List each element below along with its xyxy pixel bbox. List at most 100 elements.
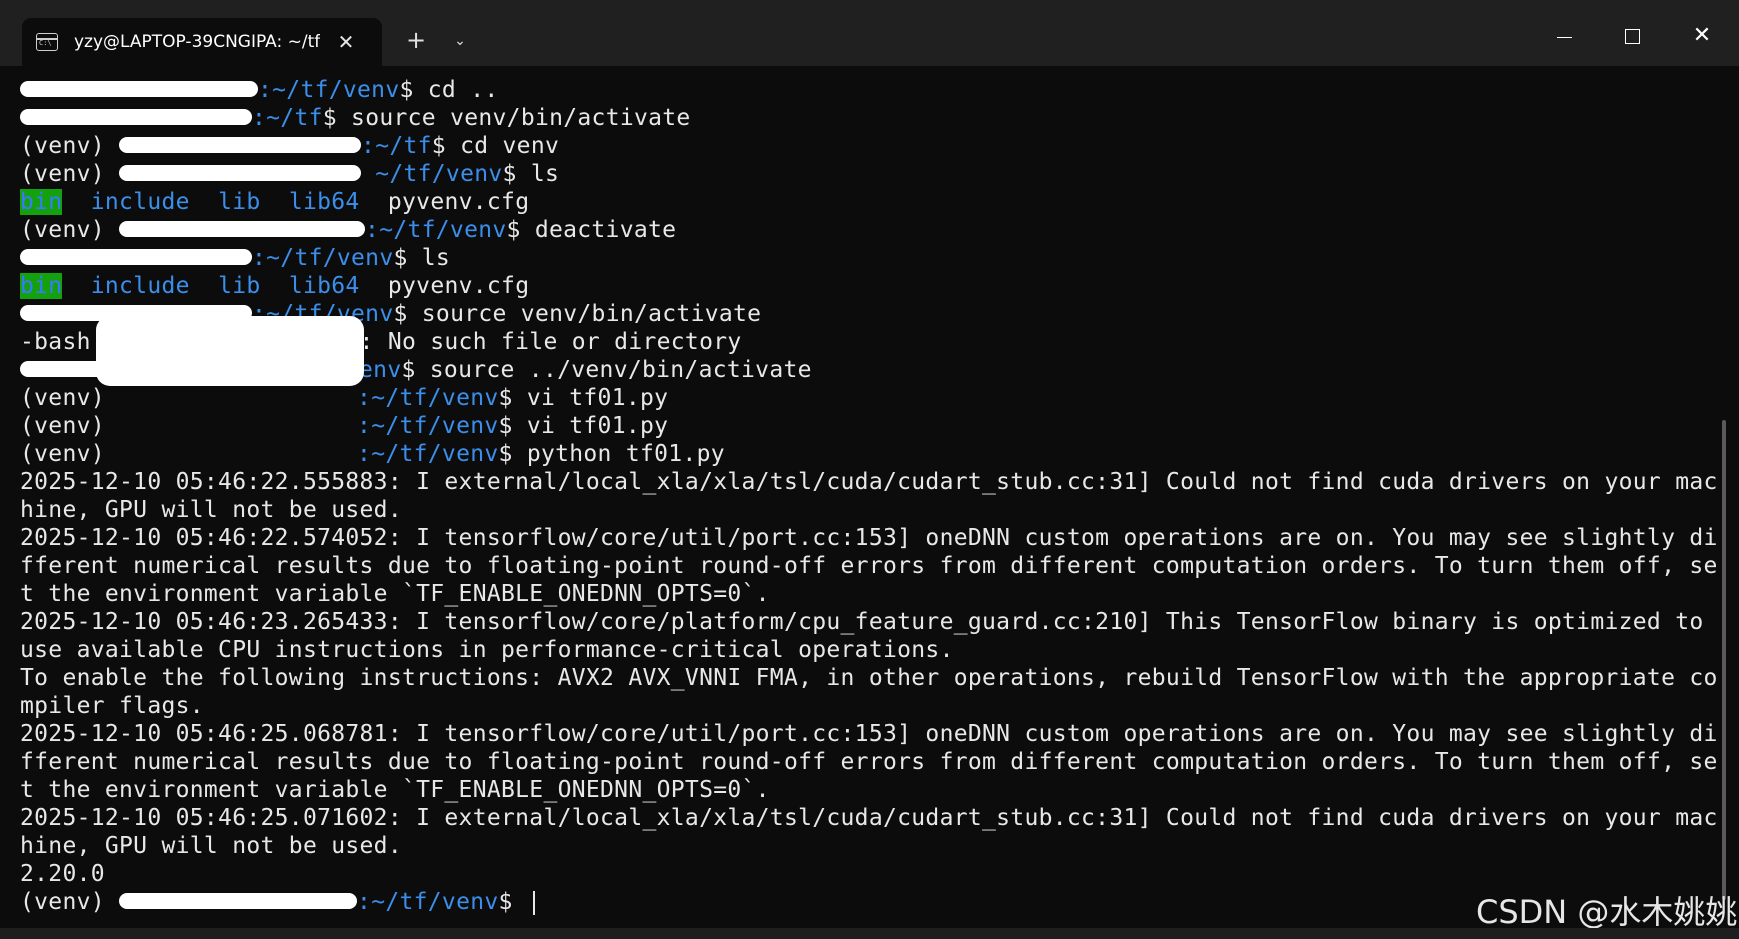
terminal-line: hine, GPU will not be used. [20, 832, 1710, 860]
terminal-line: t the environment variable `TF_ENABLE_ON… [20, 580, 1710, 608]
venv-indicator: (venv) [20, 133, 120, 159]
scrollbar[interactable] [1722, 420, 1726, 900]
command-text: vi tf01.py [526, 385, 669, 411]
command-text: source ../venv/bin/activate [429, 357, 812, 383]
prompt-symbol: $ [498, 889, 527, 915]
prompt-symbol: $ [431, 133, 461, 159]
redacted-hostname [119, 445, 357, 461]
command-text: source venv/bin/activate [421, 301, 762, 327]
prompt-path: ~/tf [375, 133, 432, 159]
command-text: source venv/bin/activate [351, 105, 691, 131]
prompt-symbol: $ [399, 77, 428, 103]
output-text: hine, GPU will not be used. [20, 497, 402, 523]
ls-entry: pyvenv.cfg [387, 189, 530, 215]
output-text: fferent numerical results due to floatin… [20, 749, 1718, 775]
prompt-symbol: $ [393, 301, 422, 327]
command-text: cd .. [427, 77, 499, 103]
terminal-line: hine, GPU will not be used. [20, 496, 1710, 524]
prompt-symbol: $ [322, 105, 352, 131]
prompt-symbol: $ [401, 357, 430, 383]
prompt-colon: : [252, 245, 267, 271]
terminal-line: (venv) :~/tf/venv$ vi tf01.py [20, 384, 1710, 412]
terminal-line: 2.20.0 [20, 860, 1710, 888]
prompt-colon [361, 161, 375, 187]
prompt-symbol: $ [393, 245, 422, 271]
close-window-button[interactable]: ✕ [1676, 16, 1728, 56]
ls-entry: lib [218, 273, 261, 299]
terminal-line: (venv) :~/tf/venv$ vi tf01.py [20, 412, 1710, 440]
watermark: CSDN @水木姚姚 [1476, 893, 1738, 931]
prompt-path: ~/tf/venv [266, 245, 394, 271]
venv-indicator: (venv) [20, 889, 120, 915]
venv-indicator: (venv) [20, 385, 120, 411]
prompt-colon: : [365, 217, 380, 243]
terminal-line: fferent numerical results due to floatin… [20, 552, 1717, 580]
terminal-line: fferent numerical results due to floatin… [20, 748, 1717, 776]
redacted-hostname [119, 892, 358, 909]
redacted-hostname [119, 417, 357, 433]
prompt-colon: : [252, 105, 267, 131]
prompt-path: ~/tf/venv [371, 413, 499, 439]
text-cursor [532, 890, 535, 915]
ls-entry: lib [218, 189, 261, 215]
redaction-block [96, 316, 364, 386]
terminal-line: bin include lib lib64 pyvenv.cfg [20, 272, 1710, 300]
venv-indicator: (venv) [20, 413, 120, 439]
terminal-window: yzy@LAPTOP-39CNGIPA: ~/tf, ✕ + ⌄ ✕ :~/tf… [0, 0, 1739, 939]
maximize-button[interactable] [1606, 16, 1658, 56]
output-text: 2025-12-10 05:46:22.555883: I external/l… [20, 469, 1718, 495]
output-text: 2025-12-10 05:46:25.071602: I external/l… [20, 805, 1718, 831]
terminal-line: :~/tf/venv$ ls [20, 244, 1710, 272]
prompt-symbol: $ [498, 441, 527, 467]
redacted-hostname [119, 136, 362, 153]
prompt-path: ~/tf/venv [371, 889, 499, 915]
command-text: cd venv [460, 133, 560, 159]
prompt-path: ~/tf/venv [371, 441, 499, 467]
ls-entry: bin [20, 273, 63, 299]
new-tab-button[interactable]: + [400, 24, 432, 56]
output-text: To enable the following instructions: AV… [20, 665, 1718, 691]
title-bar: yzy@LAPTOP-39CNGIPA: ~/tf, ✕ + ⌄ ✕ [0, 0, 1739, 66]
prompt-path: ~/tf/venv [379, 217, 507, 243]
redacted-hostname [119, 389, 357, 405]
prompt-path: ~/tf/venv [371, 385, 499, 411]
close-tab-icon[interactable]: ✕ [334, 30, 358, 54]
tab-title: yzy@LAPTOP-39CNGIPA: ~/tf, [74, 32, 320, 52]
prompt-symbol: $ [506, 217, 535, 243]
output-text: hine, GPU will not be used. [20, 833, 402, 859]
terminal-line: (venv) :~/tf/venv$ deactivate [20, 216, 1710, 244]
command-text: ls [530, 161, 560, 187]
terminal-line: 2025-12-10 05:46:23.265433: I tensorflow… [20, 608, 1710, 636]
command-text: python tf01.py [526, 441, 725, 467]
terminal-line: 2025-12-10 05:46:25.071602: I external/l… [20, 804, 1717, 832]
prompt-colon: : [357, 889, 372, 915]
minimize-button[interactable] [1538, 16, 1590, 56]
output-text: t the environment variable `TF_ENABLE_ON… [20, 777, 770, 803]
venv-indicator: (venv) [20, 161, 120, 187]
terminal-line: 2025-12-10 05:46:25.068781: I tensorflow… [20, 720, 1717, 748]
prompt-colon: : [361, 133, 376, 159]
redacted-hostname [20, 248, 252, 265]
ls-entry: lib64 [288, 273, 360, 299]
command-text: ls [421, 245, 451, 271]
terminal-line: (venv) :~/tf$ cd venv [20, 132, 1710, 160]
maximize-icon [1624, 28, 1640, 44]
prompt-colon: : [357, 441, 372, 467]
terminal-line: t the environment variable `TF_ENABLE_ON… [20, 776, 1710, 804]
terminal-line: (venv) ~/tf/venv$ ls [20, 160, 1710, 188]
output-text: 2025-12-10 05:46:23.265433: I tensorflow… [20, 609, 1704, 635]
terminal-line: 2025-12-10 05:46:22.555883: I external/l… [20, 468, 1717, 496]
terminal-line: :~/tf/venv$ cd .. [20, 76, 1710, 104]
terminal-output[interactable]: :~/tf/venv$ cd ..:~/tf$ source venv/bin/… [20, 76, 1717, 926]
command-text: deactivate [534, 217, 677, 243]
prompt-colon: : [357, 413, 372, 439]
tab-active[interactable]: yzy@LAPTOP-39CNGIPA: ~/tf, ✕ [22, 18, 382, 66]
ls-entry: lib64 [288, 189, 360, 215]
prompt-path: ~/tf [266, 105, 323, 131]
chevron-down-icon[interactable]: ⌄ [448, 24, 472, 56]
prompt-colon: : [258, 77, 273, 103]
terminal-line: use available CPU instructions in perfor… [20, 636, 1710, 664]
redacted-hostname [20, 108, 252, 125]
prompt-path: ~/tf/venv [272, 77, 400, 103]
prompt-colon: : [357, 385, 372, 411]
